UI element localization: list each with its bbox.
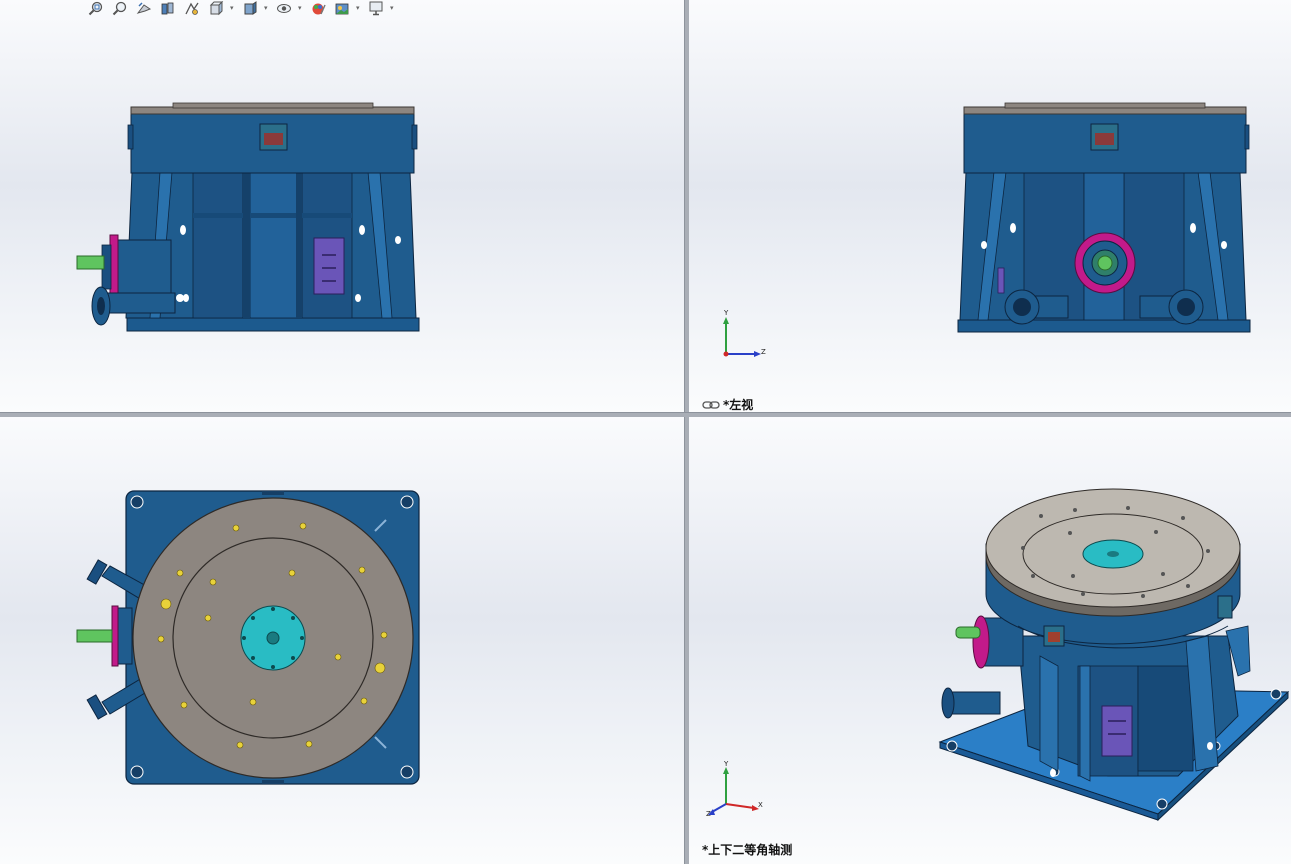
chevron-down-icon[interactable]: ▾ bbox=[264, 1, 270, 16]
triad-z-label: Z bbox=[706, 810, 711, 818]
triad-z-label: Z bbox=[761, 348, 766, 356]
vertical-viewport-splitter[interactable] bbox=[684, 0, 689, 864]
left-view-model[interactable] bbox=[688, 0, 1291, 412]
view-name-text: *上下二等角轴测 bbox=[702, 843, 793, 857]
chevron-down-icon[interactable]: ▾ bbox=[356, 1, 362, 16]
triad-y-label: Y bbox=[724, 760, 729, 768]
apply-scene-icon[interactable] bbox=[332, 1, 352, 16]
front-view-model[interactable] bbox=[0, 0, 684, 412]
isometric-view-model[interactable] bbox=[688, 416, 1291, 864]
chevron-down-icon[interactable]: ▾ bbox=[230, 1, 236, 16]
view-name-text: *左视 bbox=[723, 398, 754, 412]
view-name-label: *左视 bbox=[702, 396, 753, 412]
view-settings-icon[interactable] bbox=[366, 1, 386, 16]
display-style-icon[interactable] bbox=[240, 0, 260, 16]
zoom-to-area-icon[interactable] bbox=[110, 1, 130, 16]
viewport-top-right[interactable]: Y Z *左视 bbox=[688, 0, 1291, 412]
viewport-bottom-right[interactable]: Y X Z *上下二等角轴测 bbox=[688, 416, 1291, 864]
heads-up-view-toolbar: ▾ ▾ ▾ ▾ ▾ bbox=[86, 0, 396, 16]
hide-show-items-icon[interactable] bbox=[274, 1, 294, 16]
horizontal-viewport-splitter[interactable] bbox=[0, 412, 1291, 417]
viewport-bottom-left[interactable] bbox=[0, 416, 684, 864]
view-name-label: *上下二等角轴测 bbox=[702, 841, 792, 858]
chevron-down-icon[interactable]: ▾ bbox=[298, 1, 304, 16]
coordinate-triad: Y X Z bbox=[704, 760, 764, 820]
link-icon bbox=[702, 400, 720, 410]
triad-x-label: X bbox=[758, 801, 763, 809]
section-view-icon[interactable] bbox=[158, 1, 178, 16]
coordinate-triad: Y Z bbox=[718, 309, 778, 362]
zoom-to-fit-icon[interactable] bbox=[86, 1, 106, 16]
previous-view-icon[interactable] bbox=[134, 1, 154, 16]
edit-appearance-icon[interactable] bbox=[308, 1, 328, 16]
top-view-model[interactable] bbox=[0, 416, 684, 864]
viewport-top-left[interactable]: ▾ ▾ ▾ ▾ ▾ bbox=[0, 0, 684, 412]
dynamic-annotation-icon[interactable] bbox=[182, 1, 202, 16]
triad-y-label: Y bbox=[724, 309, 729, 317]
chevron-down-icon[interactable]: ▾ bbox=[390, 1, 396, 16]
view-orientation-icon[interactable] bbox=[206, 0, 226, 16]
